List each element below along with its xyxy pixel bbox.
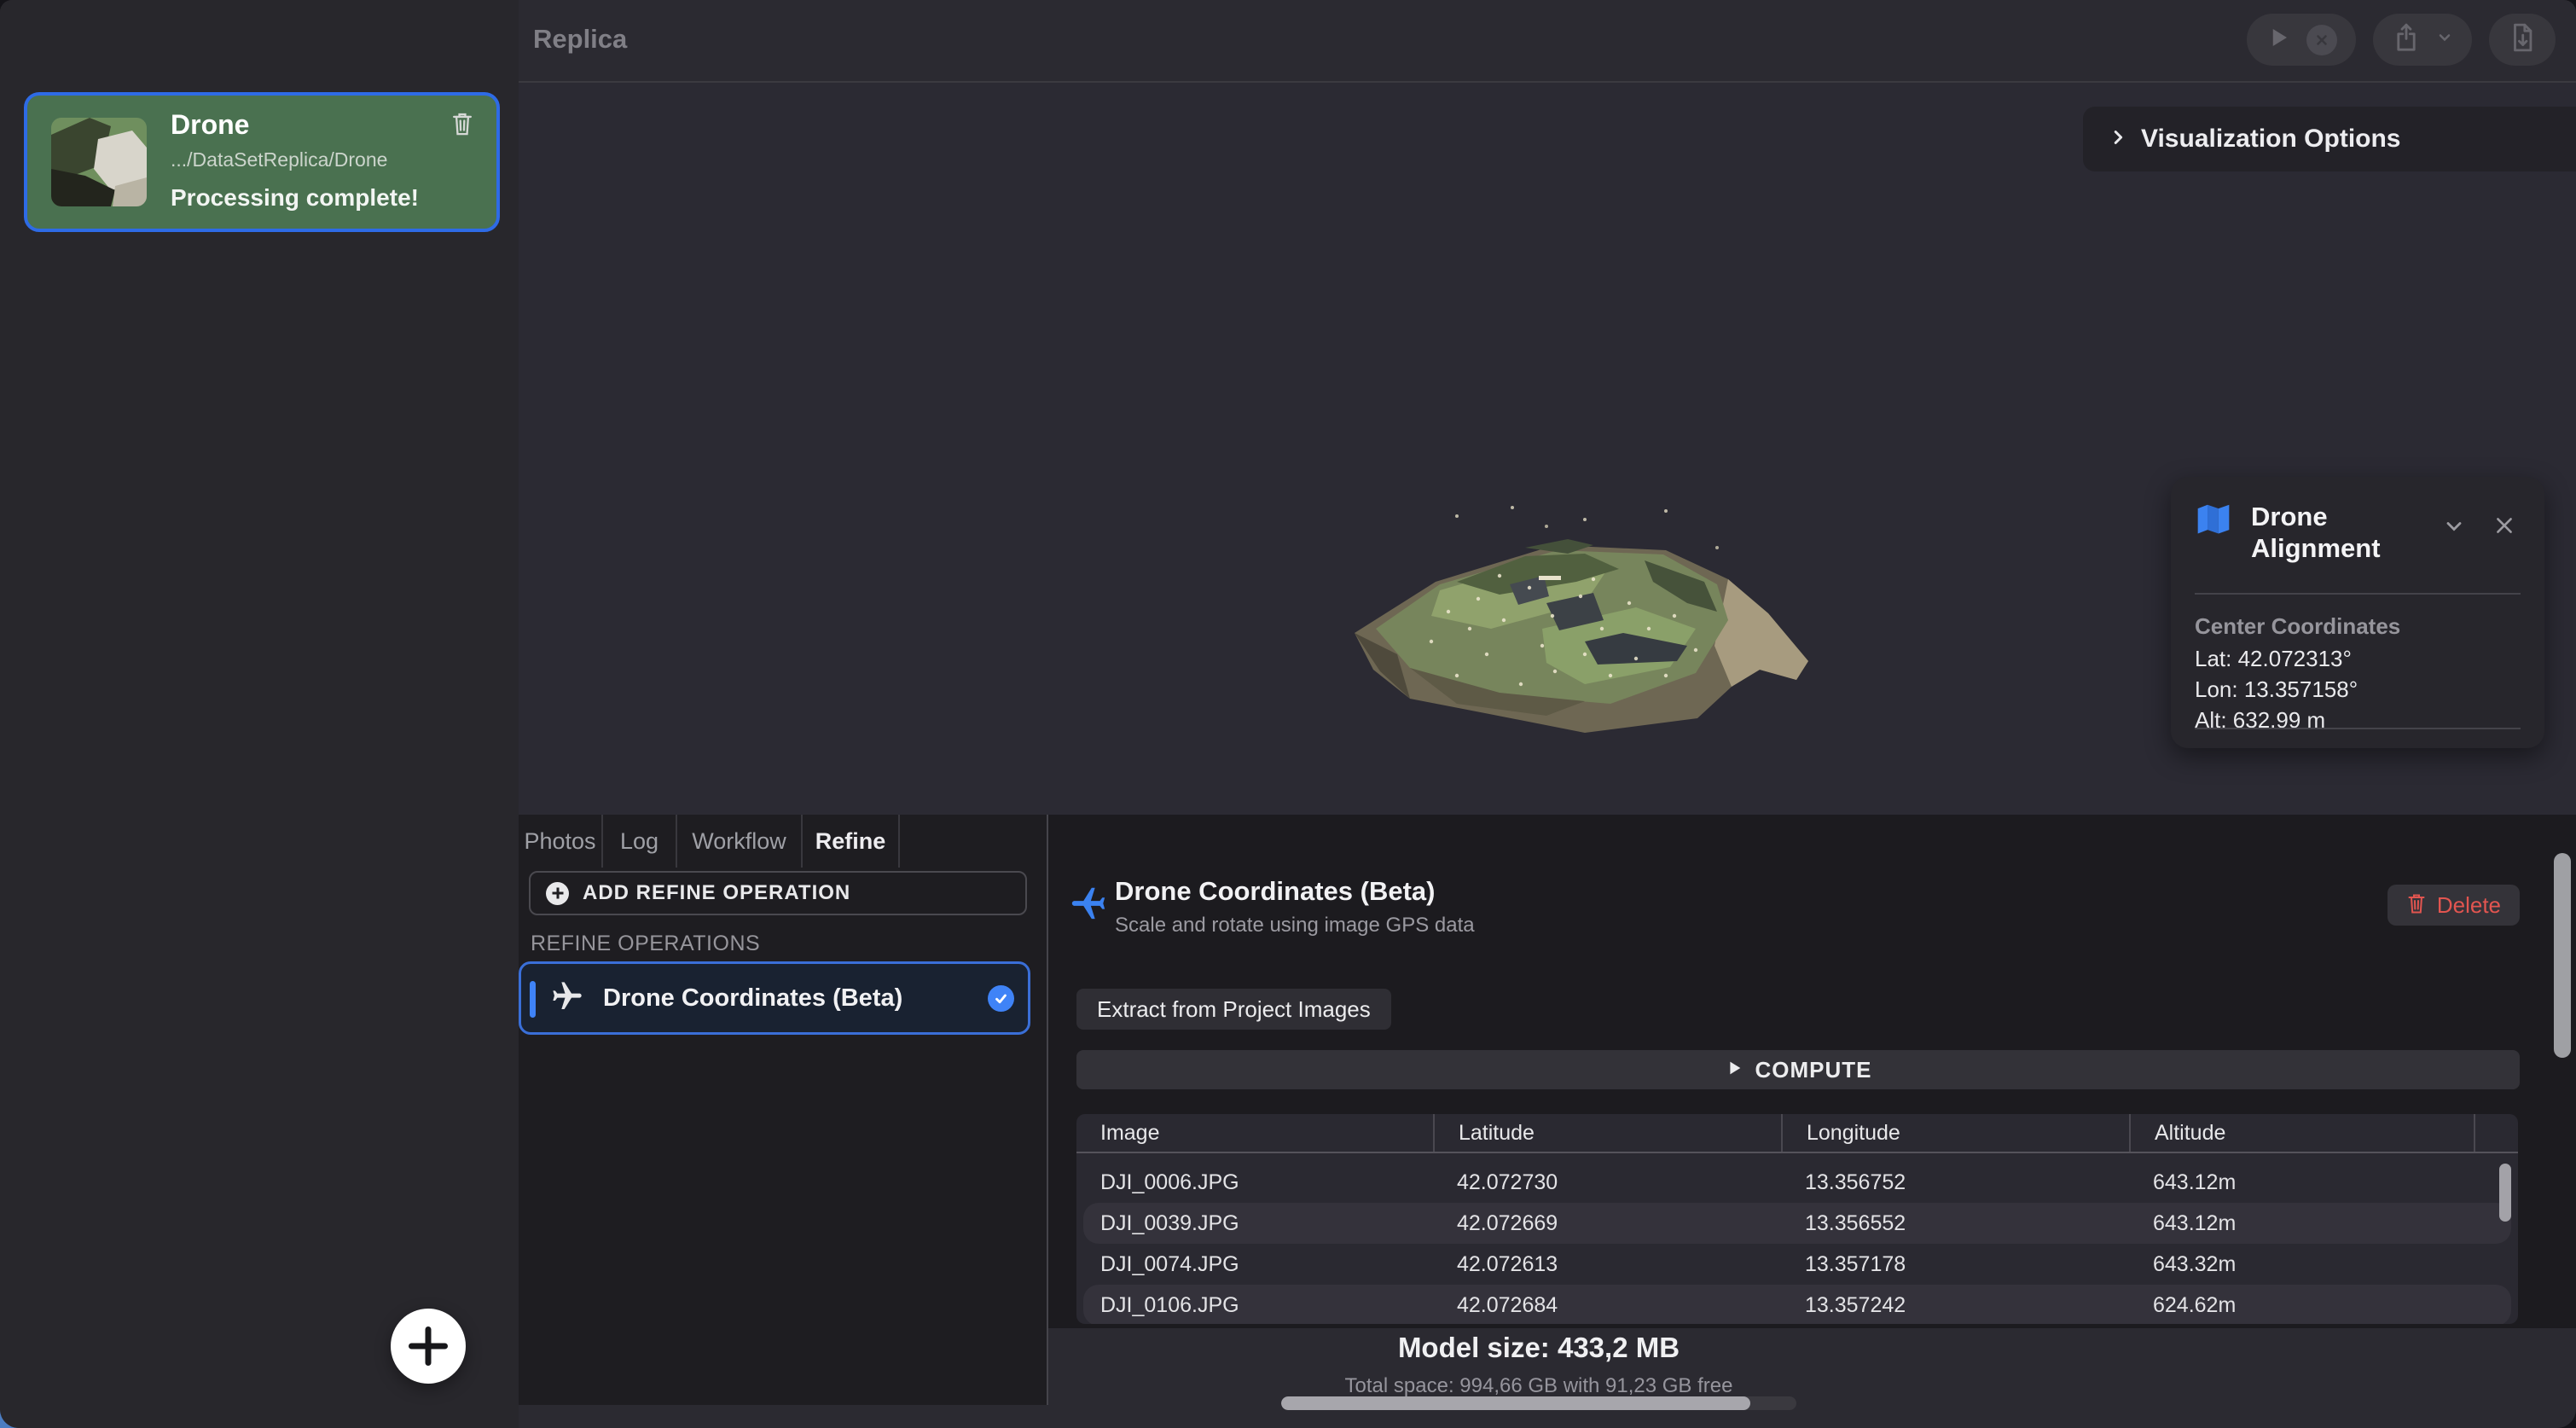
- drone-alignment-panel: Drone Alignment Center Coordinates Lat: …: [2171, 477, 2544, 748]
- plus-circle-icon: [546, 882, 569, 905]
- tab-log[interactable]: Log: [603, 815, 677, 868]
- visualization-options-bar[interactable]: Visualization Options: [2083, 107, 2576, 171]
- column-header-latitude[interactable]: Latitude: [1433, 1114, 1781, 1152]
- altitude-value: Alt: 632.99 m: [2195, 707, 2325, 734]
- divider: [2195, 728, 2521, 729]
- center-coordinates-label: Center Coordinates: [2195, 613, 2400, 640]
- play-icon: [1725, 1059, 1743, 1082]
- alignment-panel-title: Drone Alignment: [2251, 501, 2422, 564]
- project-thumbnail: [51, 118, 147, 206]
- play-icon[interactable]: [2266, 25, 2291, 55]
- table-cell: 643.32m: [2129, 1252, 2474, 1277]
- toolbar: [2247, 14, 2556, 66]
- delete-project-icon[interactable]: [450, 111, 474, 141]
- model-size-label: Model size: 433,2 MB: [1281, 1332, 1796, 1364]
- project-name: Drone: [171, 109, 249, 141]
- operation-subtitle: Scale and rotate using image GPS data: [1115, 914, 1475, 937]
- app-window: Replica: [0, 0, 2576, 1428]
- table-cell: 13.356752: [1781, 1170, 2129, 1195]
- visualization-options-label: Visualization Options: [2141, 125, 2400, 154]
- longitude-value: Lon: 13.357158°: [2195, 676, 2358, 703]
- table-row[interactable]: DJI_0039.JPG42.07266913.356552643.12m: [1083, 1203, 2511, 1244]
- table-cell: 42.072684: [1440, 1293, 1788, 1318]
- trash-icon: [2406, 892, 2427, 919]
- tab-refine[interactable]: Refine: [803, 815, 900, 868]
- gps-table: Image Latitude Longitude Altitude DJI_00…: [1076, 1114, 2518, 1324]
- run-controls: [2247, 14, 2356, 66]
- sidebar: Drone .../DataSetReplica/Drone Processin…: [0, 0, 519, 1428]
- selection-bar: [530, 981, 536, 1018]
- disk-space-label: Total space: 994,66 GB with 91,23 GB fre…: [1281, 1374, 1796, 1398]
- table-cell: DJI_0074.JPG: [1076, 1252, 1433, 1277]
- disk-usage-bar: [1281, 1396, 1796, 1410]
- share-icon: [2392, 21, 2421, 58]
- panel-scrollbar[interactable]: [2554, 853, 2571, 1058]
- chevron-right-icon: [2109, 126, 2127, 153]
- tab-bar: Photos Log Workflow Refine: [519, 815, 1047, 868]
- viewport-3d[interactable]: Visualization Options Drone Alignment: [519, 81, 2576, 815]
- column-header-image[interactable]: Image: [1076, 1114, 1433, 1152]
- column-header-longitude[interactable]: Longitude: [1781, 1114, 2129, 1152]
- table-body: DJI_0006.JPG42.07273013.356752643.12mDJI…: [1076, 1153, 2518, 1324]
- table-cell: 42.072669: [1440, 1211, 1788, 1236]
- airplane-icon: [1069, 883, 1108, 926]
- operation-item-drone-coordinates[interactable]: Drone Coordinates (Beta): [519, 961, 1030, 1035]
- table-row[interactable]: DJI_0074.JPG42.07261313.357178643.32m: [1076, 1244, 2518, 1285]
- airplane-icon: [550, 979, 584, 1018]
- table-row[interactable]: DJI_0106.JPG42.07268413.357242624.62m: [1083, 1285, 2511, 1324]
- table-row[interactable]: DJI_0006.JPG42.07273013.356752643.12m: [1076, 1162, 2518, 1203]
- column-header-altitude[interactable]: Altitude: [2129, 1114, 2474, 1152]
- add-refine-operation-button[interactable]: ADD REFINE OPERATION: [529, 871, 1027, 915]
- status-footer: Model size: 433,2 MB Total space: 994,66…: [1048, 1328, 2576, 1428]
- column-header-spacer: [2474, 1114, 2518, 1152]
- table-cell: 643.12m: [2136, 1211, 2480, 1236]
- table-cell: DJI_0039.JPG: [1083, 1211, 1440, 1236]
- chevron-down-icon: [2436, 29, 2453, 50]
- table-cell: 643.12m: [2129, 1170, 2474, 1195]
- export-document-icon: [2508, 21, 2537, 58]
- terrain-model[interactable]: [1329, 501, 1824, 761]
- table-scrollbar[interactable]: [2499, 1164, 2511, 1222]
- project-card[interactable]: Drone .../DataSetReplica/Drone Processin…: [24, 92, 500, 232]
- table-cell: 13.357242: [1788, 1293, 2136, 1318]
- project-path: .../DataSetReplica/Drone: [171, 148, 387, 171]
- project-status: Processing complete!: [171, 184, 419, 212]
- close-icon[interactable]: [2493, 514, 2515, 541]
- refine-operations-label: REFINE OPERATIONS: [531, 932, 760, 956]
- tab-workflow[interactable]: Workflow: [677, 815, 803, 868]
- table-cell: 13.357178: [1781, 1252, 2129, 1277]
- table-header: Image Latitude Longitude Altitude: [1076, 1114, 2518, 1153]
- extract-from-project-images-button[interactable]: Extract from Project Images: [1076, 989, 1391, 1030]
- operation-detail-panel: Drone Coordinates (Beta) Scale and rotat…: [1048, 815, 2576, 1328]
- table-cell: DJI_0106.JPG: [1083, 1293, 1440, 1318]
- operation-title: Drone Coordinates (Beta): [1115, 876, 1435, 907]
- compute-button[interactable]: COMPUTE: [1076, 1050, 2520, 1089]
- table-cell: 13.356552: [1788, 1211, 2136, 1236]
- table-cell: DJI_0006.JPG: [1076, 1170, 1433, 1195]
- refine-sidebar: Photos Log Workflow Refine ADD REFINE OP…: [519, 815, 1048, 1405]
- tab-photos[interactable]: Photos: [519, 815, 603, 868]
- divider: [2195, 593, 2521, 595]
- add-project-button[interactable]: [391, 1309, 466, 1384]
- check-circle-icon: [988, 985, 1014, 1012]
- share-menu[interactable]: [2373, 14, 2472, 66]
- delete-operation-button[interactable]: Delete: [2387, 885, 2520, 926]
- window-title: Replica: [533, 24, 627, 55]
- table-cell: 624.62m: [2136, 1293, 2480, 1318]
- table-cell: 42.072730: [1433, 1170, 1781, 1195]
- latitude-value: Lat: 42.072313°: [2195, 646, 2352, 672]
- table-cell: 42.072613: [1433, 1252, 1781, 1277]
- disk-usage-fill: [1281, 1396, 1750, 1410]
- cancel-icon[interactable]: [2306, 25, 2337, 55]
- map-icon: [2195, 501, 2232, 543]
- export-document-button[interactable]: [2489, 14, 2556, 66]
- collapse-chevron-icon[interactable]: [2442, 514, 2466, 543]
